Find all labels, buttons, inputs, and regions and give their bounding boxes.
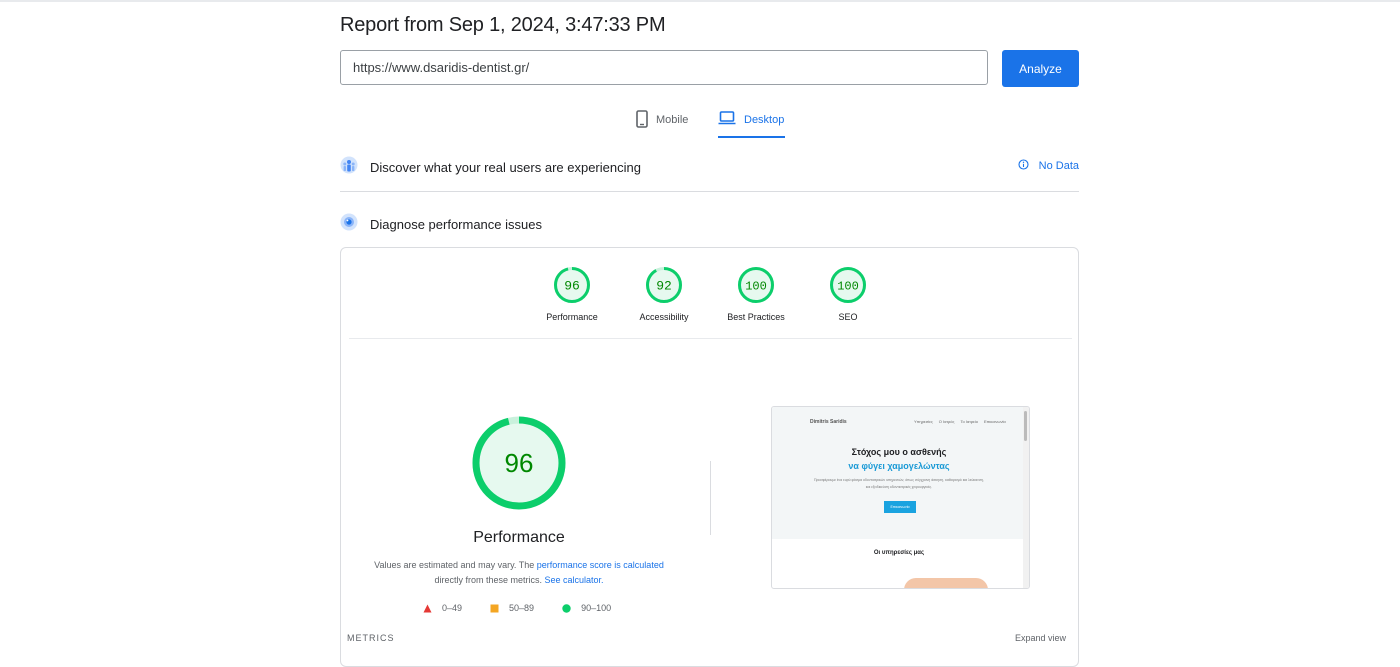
- performance-score-value: 96: [505, 448, 534, 478]
- see-calculator-link[interactable]: See calculator.: [544, 575, 603, 585]
- performance-title: Performance: [473, 529, 565, 546]
- vertical-divider: [710, 461, 711, 535]
- screenshot-paragraph: Προσφέρουμε ένα ευρύ φάσμα οδοντιατρικών…: [814, 478, 984, 489]
- score-value: 92: [656, 279, 672, 294]
- screenshot-headline: Στόχος μου ο ασθενής: [851, 447, 947, 457]
- score-label: Best Practices: [727, 312, 785, 322]
- score-calculated-link[interactable]: performance score is calculated: [537, 560, 664, 570]
- performance-big-gauge: 96: [472, 416, 566, 510]
- screenshot-services-title: Οι υπηρεσίες μας: [873, 550, 925, 556]
- legend-item-poor: 0–49: [423, 603, 462, 613]
- score-value: 100: [837, 280, 859, 294]
- no-data-status[interactable]: No Data: [1018, 159, 1079, 173]
- diagnose-section: Diagnose performance issues: [340, 213, 1079, 235]
- screenshot-hero: Dimitris Saridis Υπηρεσίες Ο Ιατρός Το Ι…: [772, 407, 1026, 539]
- score-gauge-accessibility[interactable]: 92 Accessibility: [624, 266, 704, 322]
- screenshot-nav-item: Το Ιατρείο: [960, 419, 978, 424]
- screenshot-logo: Dimitris Saridis: [810, 419, 847, 425]
- active-tab-indicator: [718, 136, 785, 138]
- report-card: 96 Performance 92 Accessibility 100 Best…: [340, 247, 1079, 667]
- screenshot-nav-item: Υπηρεσίες: [914, 419, 933, 424]
- legend-item-average: 50–89: [490, 603, 534, 613]
- tab-desktop[interactable]: Desktop: [718, 110, 785, 140]
- phone-icon: [636, 110, 648, 131]
- metrics-heading: METRICS: [347, 633, 395, 643]
- page-title: Report from Sep 1, 2024, 3:47:33 PM: [340, 14, 666, 36]
- score-label: Accessibility: [639, 312, 689, 322]
- circle-icon: [562, 603, 571, 613]
- tab-desktop-label: Desktop: [744, 114, 785, 126]
- screenshot-button: Επικοινωνία: [884, 501, 916, 513]
- score-value: 96: [564, 279, 580, 294]
- expand-view-toggle[interactable]: Expand view: [1015, 633, 1066, 643]
- score-legend: 0–49 50–89 90–100: [423, 603, 611, 613]
- gauge-ring: 96: [554, 267, 590, 303]
- info-icon: [1018, 159, 1029, 173]
- desc-text: directly from these metrics.: [434, 575, 545, 585]
- legend-range: 50–89: [509, 603, 535, 613]
- square-icon: [490, 604, 499, 612]
- crux-section: Discover what your real users are experi…: [340, 156, 1079, 178]
- legend-item-good: 90–100: [562, 603, 611, 613]
- gauge-ring: 100: [830, 267, 866, 303]
- tab-mobile[interactable]: Mobile: [636, 110, 688, 140]
- people-icon: [340, 155, 358, 180]
- screenshot-scrollbar-thumb: [1024, 411, 1027, 441]
- triangle-icon: [423, 604, 432, 612]
- tab-mobile-label: Mobile: [656, 114, 689, 126]
- crux-title: Discover what your real users are experi…: [370, 159, 641, 175]
- no-data-label: No Data: [1038, 160, 1079, 172]
- diagnose-title: Diagnose performance issues: [370, 216, 542, 232]
- screenshot-nav-item: Επικοινωνία: [983, 419, 1006, 424]
- score-gauge-best-practices[interactable]: 100 Best Practices: [716, 266, 796, 322]
- laptop-icon: [718, 110, 736, 129]
- url-input[interactable]: [340, 50, 988, 85]
- top-border: [0, 0, 1400, 2]
- screenshot-image: [904, 578, 988, 588]
- score-gauge-seo[interactable]: 100 SEO: [808, 266, 888, 322]
- screenshot-subheadline: να φύγει χαμογελώντας: [848, 461, 950, 471]
- score-value: 100: [745, 280, 767, 294]
- analyze-button[interactable]: Analyze: [1002, 50, 1079, 87]
- lighthouse-icon: [340, 213, 358, 236]
- page-screenshot: Dimitris Saridis Υπηρεσίες Ο Ιατρός Το Ι…: [771, 406, 1030, 589]
- score-gauge-performance[interactable]: 96 Performance: [532, 266, 612, 322]
- performance-description: Values are estimated and may vary. The p…: [359, 558, 679, 588]
- score-label: SEO: [838, 312, 858, 322]
- gauge-ring: 100: [738, 267, 774, 303]
- legend-range: 0–49: [442, 603, 463, 613]
- screenshot-nav: Υπηρεσίες Ο Ιατρός Το Ιατρείο Επικοινωνί…: [914, 419, 1006, 424]
- score-label: Performance: [546, 312, 598, 322]
- gauge-ring: 92: [646, 267, 682, 303]
- desc-text: Values are estimated and may vary. The: [374, 560, 537, 570]
- section-divider: [340, 191, 1079, 192]
- screenshot-nav-item: Ο Ιατρός: [938, 419, 955, 424]
- card-divider: [349, 338, 1072, 339]
- legend-range: 90–100: [581, 603, 612, 613]
